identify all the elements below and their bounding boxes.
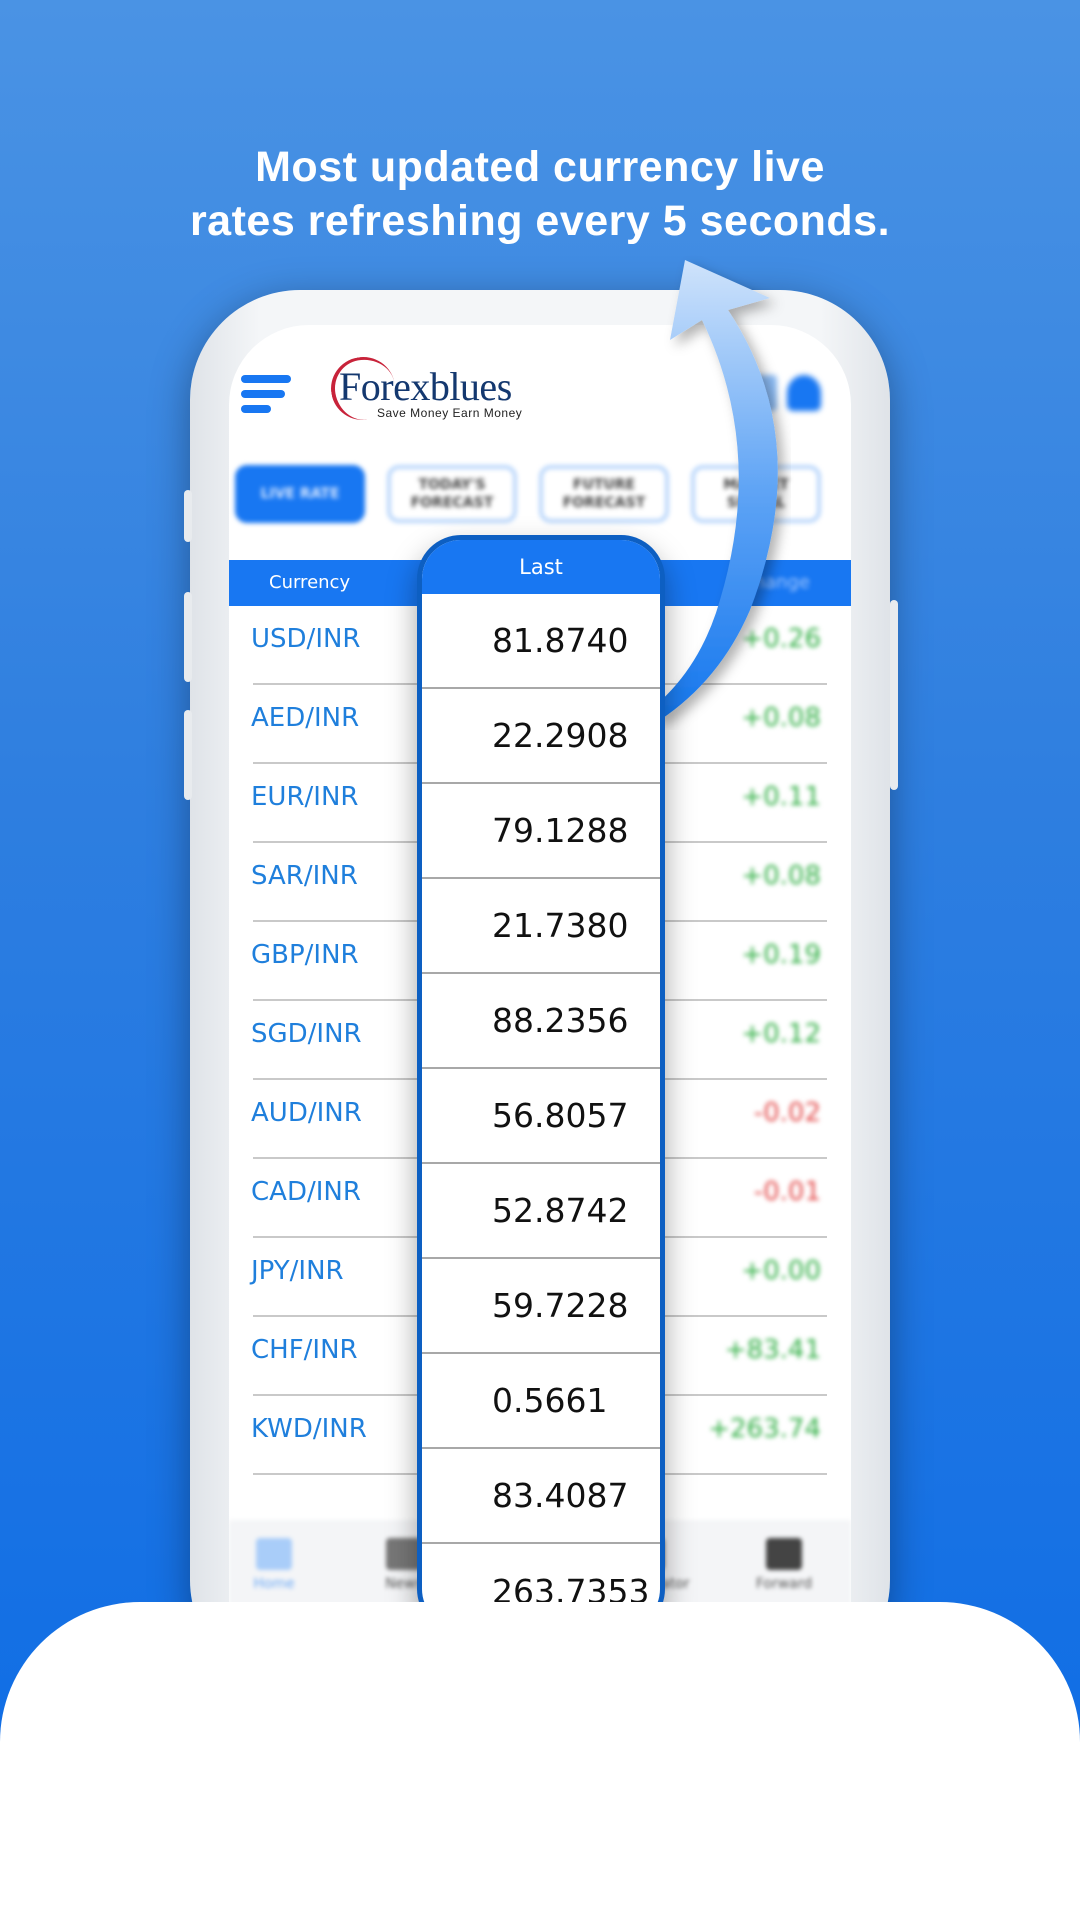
last-price: 81.8740 <box>422 594 660 689</box>
last-price: 56.8057 <box>422 1069 660 1164</box>
change-value: +0.11 <box>741 782 821 812</box>
logo-tagline: Save Money Earn Money <box>377 406 523 420</box>
nav-forward[interactable]: Forward <box>739 1538 829 1592</box>
currency-pair: SAR/INR <box>251 861 358 891</box>
header-currency: Currency <box>269 572 351 593</box>
phone-side-button <box>890 600 898 790</box>
refresh-arrow-icon <box>650 260 778 720</box>
change-value: +0.12 <box>741 1019 821 1049</box>
nav-home[interactable]: Home <box>229 1538 319 1592</box>
last-price: 79.1288 <box>422 784 660 879</box>
currency-pair: USD/INR <box>251 624 361 654</box>
header-last: Last <box>422 540 660 594</box>
change-value: +0.00 <box>741 1256 821 1286</box>
currency-pair: KWD/INR <box>251 1414 367 1444</box>
headline-line-1: Most updated currency live <box>255 143 825 191</box>
last-price: 52.8742 <box>422 1164 660 1259</box>
tab-todays-forecast[interactable]: TODAY'S FORECAST <box>387 465 517 523</box>
headline-line-2: rates refreshing every 5 seconds. <box>189 197 891 245</box>
currency-pair: CHF/INR <box>251 1335 358 1365</box>
change-value: -0.01 <box>753 1177 821 1207</box>
phone-side-button <box>184 490 192 542</box>
last-price: 83.4087 <box>422 1449 660 1544</box>
change-value: +0.08 <box>741 861 821 891</box>
change-value: +263.74 <box>708 1414 821 1444</box>
currency-pair: AED/INR <box>251 703 360 733</box>
chart-icon <box>766 1538 802 1570</box>
tab-live-rate[interactable]: LIVE RATE <box>235 465 365 523</box>
currency-pair: CAD/INR <box>251 1177 361 1207</box>
bottom-panel <box>0 1602 1080 1920</box>
currency-pair: GBP/INR <box>251 940 359 970</box>
last-price: 59.7228 <box>422 1259 660 1354</box>
phone-side-button <box>184 710 192 800</box>
change-value: +0.19 <box>741 940 821 970</box>
nav-label: Home <box>253 1576 295 1592</box>
last-price: 21.7380 <box>422 879 660 974</box>
currency-pair: JPY/INR <box>251 1256 344 1286</box>
currency-pair: SGD/INR <box>251 1019 362 1049</box>
currency-pair: EUR/INR <box>251 782 359 812</box>
last-price-column: Last 81.8740 22.2908 79.1288 21.7380 88.2356… <box>417 535 665 1633</box>
last-price: 88.2356 <box>422 974 660 1069</box>
change-value: +83.41 <box>724 1335 821 1365</box>
last-price: 22.2908 <box>422 689 660 784</box>
change-value: -0.02 <box>753 1098 821 1128</box>
app-logo: Forexblues Save Money Earn Money <box>326 351 523 426</box>
nav-label: Forward <box>755 1576 813 1592</box>
home-icon <box>256 1538 292 1570</box>
phone-side-button <box>184 592 192 682</box>
last-price: 0.5661 <box>422 1354 660 1449</box>
menu-icon[interactable] <box>241 375 291 415</box>
promo-headline: Most updated currency live rates refresh… <box>0 140 1080 248</box>
currency-pair: AUD/INR <box>251 1098 362 1128</box>
